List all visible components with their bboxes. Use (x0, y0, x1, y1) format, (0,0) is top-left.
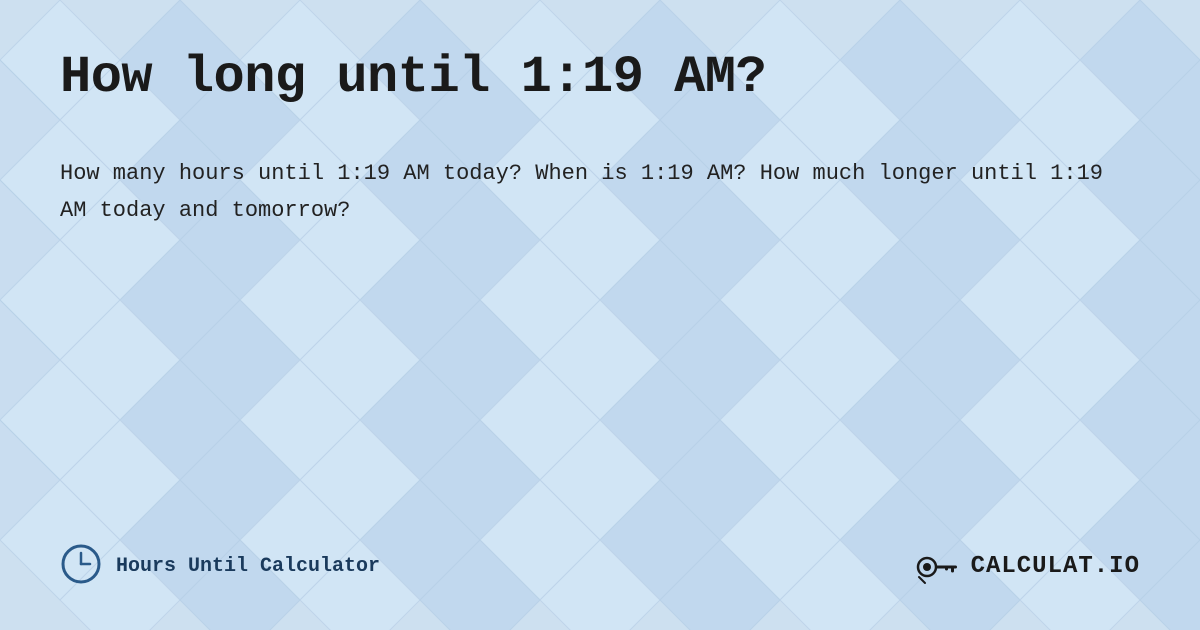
main-content: How long until 1:19 AM? How many hours u… (60, 48, 1140, 523)
page-description: How many hours until 1:19 AM today? When… (60, 155, 1110, 230)
calculator-logo-icon (915, 549, 965, 585)
logo-text: CALCULAT.IO (971, 553, 1140, 580)
brand-name: Hours Until Calculator (116, 555, 380, 578)
clock-icon (60, 543, 102, 590)
footer-brand-left: Hours Until Calculator (60, 543, 380, 590)
page-title: How long until 1:19 AM? (60, 48, 1140, 107)
logo-right: CALCULAT.IO (915, 549, 1140, 585)
footer: Hours Until Calculator CALCULAT.IO (60, 523, 1140, 590)
